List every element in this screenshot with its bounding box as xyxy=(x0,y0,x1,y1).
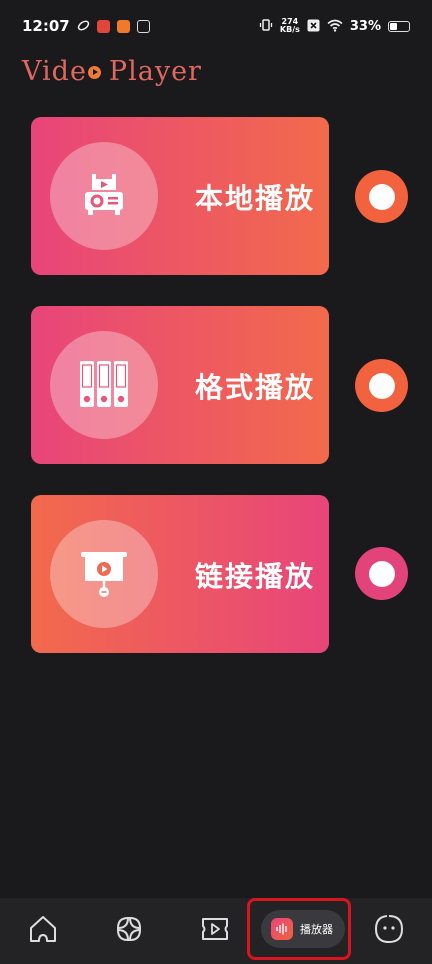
app-title-part2: Player xyxy=(108,56,202,87)
link-play-toggle[interactable] xyxy=(355,547,408,600)
white-app-icon xyxy=(136,19,150,33)
app-title-part1: Vide xyxy=(22,56,87,87)
leaf-icon xyxy=(77,17,90,36)
highlight-box xyxy=(247,898,351,960)
app-title: Vide Player xyxy=(22,56,202,87)
local-play-label: 本地播放 xyxy=(195,182,316,215)
net-speed-unit: KB/s xyxy=(279,25,300,34)
projector-icon xyxy=(50,142,158,250)
network-speed-icon: 274 KB/s xyxy=(280,18,300,34)
status-left: 12:07 xyxy=(22,17,150,36)
status-bar: 12:07 274 KB/s 33% xyxy=(0,0,432,52)
link-play-card[interactable]: 链接播放 xyxy=(31,495,329,653)
orange-app-icon xyxy=(116,19,130,33)
apps-grid-icon[interactable] xyxy=(112,912,146,946)
link-play-label: 链接播放 xyxy=(195,560,316,593)
link-screen-icon xyxy=(50,520,158,628)
bottom-nav: 播放器 xyxy=(0,898,432,964)
smiley-face-icon[interactable] xyxy=(372,912,406,946)
play-dot-icon xyxy=(87,66,101,79)
wifi-icon xyxy=(327,17,343,36)
format-play-card[interactable]: 格式播放 xyxy=(31,306,329,464)
local-play-toggle[interactable] xyxy=(355,170,408,223)
status-right: 274 KB/s 33% xyxy=(259,17,410,36)
vibrate-icon xyxy=(259,17,273,36)
video-play-icon[interactable] xyxy=(198,912,232,946)
status-time: 12:07 xyxy=(22,17,70,35)
home-icon[interactable] xyxy=(26,912,60,946)
battery-icon xyxy=(388,20,410,32)
format-play-label: 格式播放 xyxy=(195,371,316,404)
red-app-icon xyxy=(96,19,110,33)
close-box-icon xyxy=(307,17,320,36)
battery-percent: 33% xyxy=(349,18,381,34)
local-play-card[interactable]: 本地播放 xyxy=(31,117,329,275)
video-format-files-icon xyxy=(50,331,158,439)
format-play-toggle[interactable] xyxy=(355,359,408,412)
